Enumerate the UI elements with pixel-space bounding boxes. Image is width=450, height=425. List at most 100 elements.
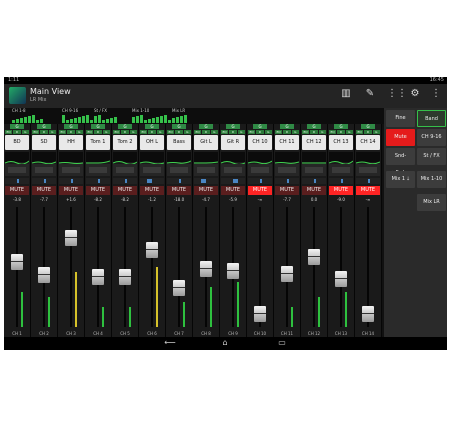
fine-button[interactable]: Fine [386,110,415,127]
back-icon[interactable]: ⟵ [162,338,178,347]
group-tag[interactable]: G [199,124,213,129]
eq-curve[interactable] [301,152,326,164]
fader-cap[interactable] [119,269,131,285]
fader-cap[interactable] [92,269,104,285]
channel-name-button[interactable]: BD [5,135,29,150]
mute-button[interactable]: MUTE [194,186,218,195]
eq-curve[interactable] [85,152,111,164]
eq-tags[interactable]: EQ D G [221,130,245,134]
pan-control[interactable] [329,178,353,184]
eq-tag[interactable]: D [175,130,183,134]
mute-button[interactable]: MUTE [356,186,380,195]
pan-control[interactable] [32,178,56,184]
band-button[interactable]: Band [417,110,446,127]
group-tag[interactable]: G [253,124,267,129]
eq-curve[interactable] [274,152,300,164]
mute-button[interactable]: MUTE [140,186,164,195]
eq-tag[interactable]: G [156,130,164,134]
fader-cap[interactable] [335,271,347,287]
eq-tag[interactable]: D [229,130,237,134]
dynamics-box[interactable] [5,164,29,176]
eq-tags[interactable]: EQ D G [275,130,299,134]
eq-tags[interactable]: EQ D G [5,130,29,134]
eq-tag[interactable]: G [372,130,380,134]
channel-name-button[interactable]: SD [32,135,56,150]
eq-tag[interactable]: G [291,130,299,134]
mute-button[interactable]: MUTE [5,186,29,195]
fader-cap[interactable] [146,242,158,258]
pan-control[interactable] [167,178,191,184]
channel-name-button[interactable]: CH 10 [248,135,272,150]
mix1-button[interactable]: Mix 1 🡓 [386,171,415,188]
settings-icon[interactable]: ⚙ [408,88,422,99]
fader-cap[interactable] [227,263,239,279]
channel-name-button[interactable]: HH [59,135,83,150]
pan-control[interactable] [221,178,245,184]
pan-control[interactable] [302,178,326,184]
pan-control[interactable] [5,178,29,184]
eq-tag[interactable]: G [129,130,137,134]
channel-name-button[interactable]: CH 14 [356,135,380,150]
mix-lr-button[interactable]: Mix LR [417,194,446,211]
channel-name-button[interactable]: Git L [194,135,218,150]
eq-curve[interactable] [355,152,381,165]
eq-tag[interactable]: G [48,130,56,134]
eq-curve[interactable] [58,152,84,164]
dynamics-box[interactable] [86,164,110,176]
pan-control[interactable] [356,178,380,184]
eq-tag[interactable]: D [310,130,318,134]
group-tag[interactable]: G [37,124,51,129]
channel-name-button[interactable]: OH L [140,135,164,150]
eq-tag[interactable]: EQ [86,130,94,134]
group-tag[interactable]: G [91,124,105,129]
eq-curve[interactable] [139,152,165,165]
group-tag[interactable]: G [64,124,78,129]
mute-enable-button[interactable]: Mute Enable [386,129,415,157]
group-tag[interactable]: G [172,124,186,129]
mute-button[interactable]: MUTE [113,186,137,195]
eq-tag[interactable]: D [67,130,75,134]
pan-control[interactable] [248,178,272,184]
eq-tag[interactable]: D [94,130,102,134]
eq-curve[interactable] [193,152,219,164]
eq-curve[interactable] [31,152,57,165]
eq-tag[interactable]: D [40,130,48,134]
eq-tag[interactable]: G [237,130,245,134]
eq-tag[interactable]: G [210,130,218,134]
mute-button[interactable]: MUTE [32,186,56,195]
eq-tag[interactable]: EQ [221,130,229,134]
dynamics-box[interactable] [248,164,272,176]
mute-button[interactable]: MUTE [221,186,245,195]
pan-control[interactable] [140,178,164,184]
eq-tag[interactable]: EQ [302,130,310,134]
eq-tags[interactable]: EQ D G [248,130,272,134]
snd-fader-button[interactable]: Snd->Fader [386,148,415,176]
mute-button[interactable]: MUTE [59,186,83,195]
eq-tag[interactable]: EQ [32,130,40,134]
channel-name-button[interactable]: CH 12 [302,135,326,150]
fader-cap[interactable] [200,261,212,277]
dynamics-box[interactable] [59,164,83,176]
ch-9-16-button[interactable]: CH 9-16 [417,129,446,146]
group-tag[interactable]: G [118,124,132,129]
eq-tag[interactable]: G [345,130,353,134]
eq-curve[interactable] [247,152,273,165]
eq-curve[interactable] [112,152,138,165]
pencil-icon[interactable]: ✎ [363,88,377,99]
pan-control[interactable] [59,178,83,184]
eq-tags[interactable]: EQ D G [356,130,380,134]
group-tag[interactable]: G [280,124,294,129]
eq-curve[interactable] [166,152,192,164]
dynamics-box[interactable] [329,164,353,176]
eq-tag[interactable]: G [318,130,326,134]
pan-control[interactable] [113,178,137,184]
mute-button[interactable]: MUTE [302,186,326,195]
eq-tag[interactable]: D [364,130,372,134]
eq-tag[interactable]: D [148,130,156,134]
eq-tags[interactable]: EQ D G [167,130,191,134]
eq-tag[interactable]: D [283,130,291,134]
fader-track[interactable] [313,207,315,327]
grid-icon[interactable]: ⋮⋮ [387,88,407,99]
eq-tag[interactable]: D [202,130,210,134]
meter-overview[interactable]: CH 1-8 CH 9-16 St / FX Mix 1-10 Mix LR [4,108,384,124]
